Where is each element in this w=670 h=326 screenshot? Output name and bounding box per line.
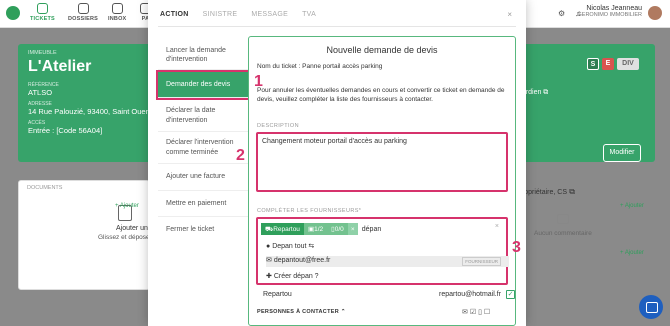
tab-sinistre[interactable]: SINISTRE: [203, 11, 238, 18]
annotation-marker-3: 3: [512, 239, 521, 256]
ref-label: RÉFÉRENCE: [28, 82, 59, 88]
avatar[interactable]: [648, 6, 662, 20]
supplier-search-input[interactable]: dépan: [362, 226, 381, 233]
ticket-modal: ACTION SINISTRE MESSAGE TVA × Lancer la …: [148, 0, 526, 326]
supplier-chip[interactable]: ⛟ Repartou: [261, 223, 304, 235]
documents-dropzone[interactable]: Ajouter un document Glissez et déposer u…: [18, 180, 189, 290]
badge-e[interactable]: E: [602, 58, 614, 70]
nav-dossiers[interactable]: DOSSIERS: [68, 3, 98, 22]
user-name: Nicolas Jeanneau: [586, 5, 642, 12]
status-badges: S E DIV: [587, 58, 639, 70]
menu-request-quotes[interactable]: Demander des devis: [156, 69, 256, 101]
badge-div[interactable]: DIV: [617, 58, 639, 70]
supplier-dropdown: ● Depan tout ⇆ ✉ depantout@free.fr FOURN…: [262, 240, 509, 282]
modify-button[interactable]: Modifier: [603, 144, 641, 162]
ticket-icon: [36, 3, 48, 14]
menu-launch-intervention[interactable]: Lancer la demande d'intervention: [158, 42, 254, 70]
addr-label: ADRESSE: [28, 101, 52, 107]
settings-icon[interactable]: ⚙: [558, 9, 575, 18]
tab-action[interactable]: ACTION: [160, 11, 189, 18]
tab-divider: [158, 26, 516, 27]
description-textarea[interactable]: Changement moteur portail d'accès au par…: [256, 132, 508, 192]
nav-inbox[interactable]: INBOX: [108, 3, 126, 22]
checkbox-icon[interactable]: ☐: [484, 309, 490, 316]
contacts-icons: ✉ ☑ ▯ ☐: [462, 308, 490, 316]
external-link-icon[interactable]: ⧉: [569, 187, 575, 196]
ticket-name: Nom du ticket : Panne portail accès park…: [257, 63, 383, 70]
quote-request-panel: Nouvelle demande de devis Nom du ticket …: [248, 36, 516, 326]
addr-value: 14 Rue Palouzié, 93400, Saint Ouen: [28, 107, 150, 116]
comment-icon: [556, 214, 569, 224]
tab-tva[interactable]: TVA: [302, 11, 316, 18]
clear-icon[interactable]: ×: [495, 223, 499, 230]
building-title: L'Atelier: [28, 58, 92, 75]
remove-chip-icon[interactable]: ×: [347, 223, 358, 235]
action-menu: Lancer la demande d'intervention Demande…: [156, 42, 256, 242]
option-create[interactable]: ✚ Créer dépan ?: [266, 272, 319, 280]
panel-title: Nouvelle demande de devis: [326, 45, 438, 55]
selected-supplier-email: repartou@hotmail.fr: [439, 291, 501, 298]
tab-message[interactable]: MESSAGE: [251, 11, 288, 18]
menu-payment[interactable]: Mettre en paiement: [158, 191, 254, 217]
option-depantout-email[interactable]: ✉ depantout@free.fr: [266, 256, 330, 264]
badge-s[interactable]: S: [587, 58, 599, 70]
add-person-icon: ✚: [266, 273, 274, 280]
supplier-chip-row: ⛟ Repartou ▣ 1/2 ▯ 0/0 × dépan ×: [261, 222, 505, 236]
close-icon[interactable]: ×: [507, 10, 512, 19]
menu-close-ticket[interactable]: Fermer le ticket: [158, 217, 254, 242]
supplier-tag: FOURNISSEUR: [462, 257, 501, 266]
owner-add-link[interactable]: + Ajouter: [620, 203, 644, 209]
link-icon: ⇆: [308, 243, 315, 250]
selected-supplier-row: Repartou repartou@hotmail.fr ✓: [257, 288, 515, 302]
phone-count-chip: ▯ 0/0: [327, 223, 348, 235]
building-kicker: IMMEUBLE: [28, 50, 57, 56]
user-info[interactable]: Nicolas Jeanneau GERONIMO IMMOBILIER: [578, 5, 642, 18]
documents-add-link[interactable]: + Ajouter: [115, 203, 139, 209]
menu-add-invoice[interactable]: Ajouter une facture: [158, 164, 254, 191]
nav-tickets[interactable]: TICKETS: [30, 3, 55, 22]
quote-count-chip: ▣ 1/2: [303, 223, 328, 235]
inbox-icon: [111, 3, 123, 14]
check-icon[interactable]: ☑: [470, 309, 476, 316]
suppliers-field: ⛟ Repartou ▣ 1/2 ▯ 0/0 × dépan × ● Depan…: [256, 217, 509, 285]
suppliers-label: COMPLÉTER LES FOURNISSEURS*: [257, 208, 362, 214]
selected-supplier-name: Repartou: [263, 291, 292, 298]
truck-icon: ⛟: [265, 225, 274, 233]
mail-icon: ✉: [462, 309, 468, 316]
annotation-marker-1: 1: [254, 73, 263, 90]
mail-icon: ✉: [266, 257, 274, 264]
menu-declare-date[interactable]: Déclarer la date d'intervention: [158, 100, 254, 133]
description-label: DESCRIPTION: [257, 123, 299, 129]
chat-launcher-icon[interactable]: [639, 295, 663, 319]
comments-empty: Aucun commentaire: [534, 214, 592, 237]
access-value: Entrée : [Code 56A04]: [28, 126, 103, 135]
info-text: Pour annuler les éventuelles demandes en…: [257, 87, 505, 104]
contacts-section[interactable]: PERSONNES À CONTACTER ⌃: [257, 309, 346, 315]
annotation-marker-2: 2: [236, 147, 245, 164]
ref-value: ATLSO: [28, 88, 53, 97]
user-company: GERONIMO IMMOBILIER: [577, 12, 642, 18]
modal-tabs: ACTION SINISTRE MESSAGE TVA: [160, 11, 316, 18]
app-logo: [6, 6, 20, 20]
supplier-checkbox[interactable]: ✓: [506, 290, 515, 299]
phone-icon: ▯: [478, 309, 482, 316]
option-depan-tout[interactable]: ● Depan tout ⇆: [266, 242, 314, 250]
folder-icon: [77, 3, 89, 14]
comment-add-link[interactable]: + Ajouter: [620, 250, 644, 256]
access-label: ACCÈS: [28, 120, 46, 126]
chevron-up-icon: ⌃: [340, 309, 346, 315]
